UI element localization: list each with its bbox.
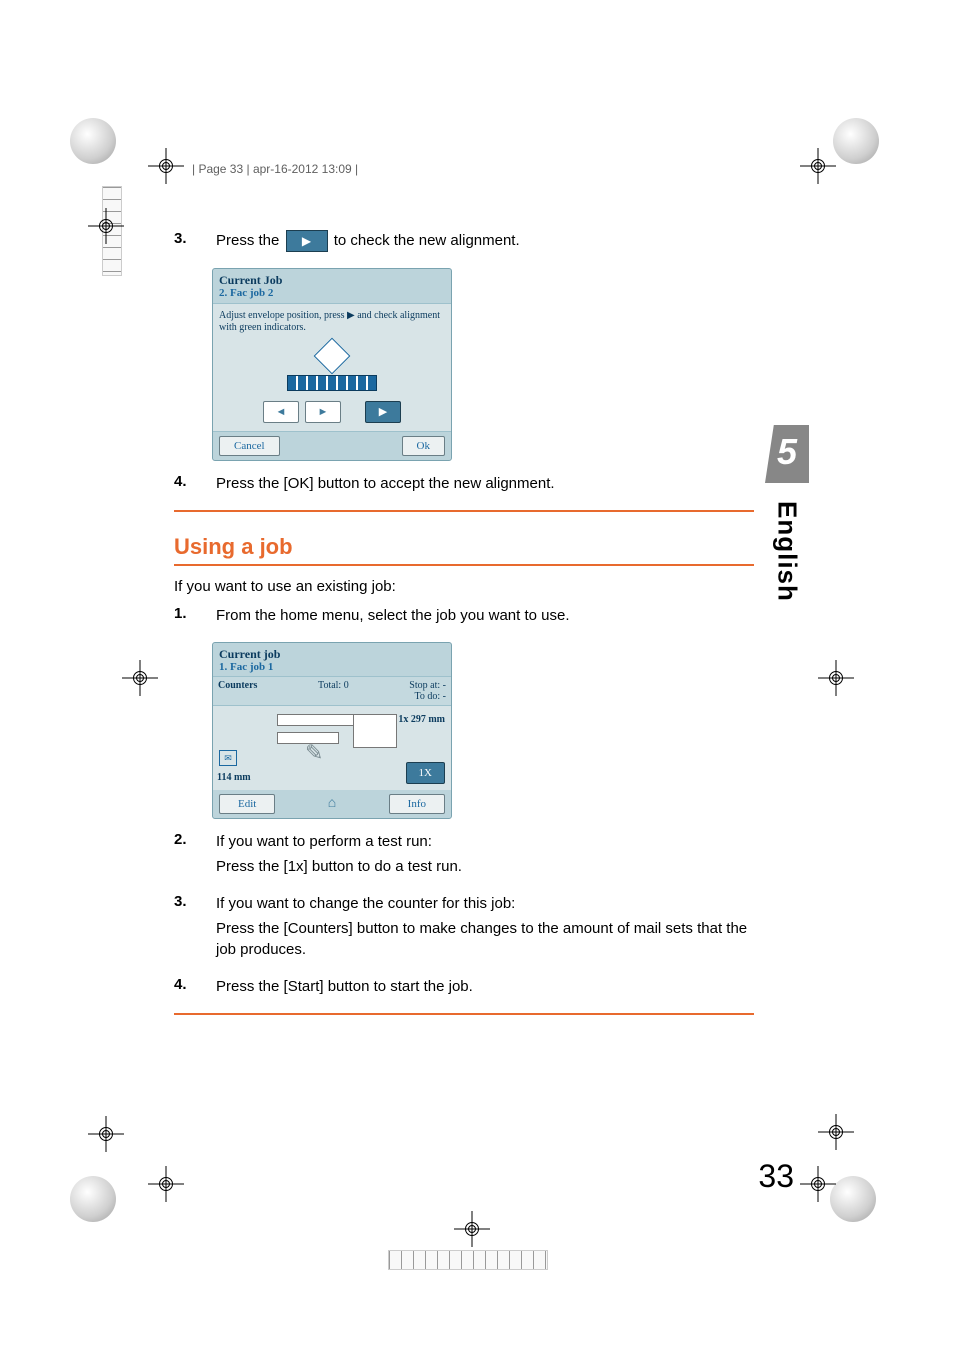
print-ruler-horizontal — [388, 1250, 548, 1270]
registration-mark-icon — [800, 148, 836, 184]
intro-text: If you want to use an existing job: — [174, 578, 754, 595]
dialog-subtitle: 1. Fac job 1 — [219, 661, 445, 674]
screenshot-alignment-dialog: Current Job 2. Fac job 2 Adjust envelope… — [212, 268, 452, 461]
home-icon[interactable]: ⌂ — [317, 794, 347, 814]
page-header-meta: | Page 33 | apr-16-2012 13:09 | — [192, 162, 358, 176]
ok-button[interactable]: Ok — [402, 436, 445, 456]
dialog-instruction: Adjust envelope position, press ▶ and ch… — [219, 310, 445, 335]
step-text: Press the [Counters] button to make chan… — [216, 918, 754, 960]
stopat-label: Stop at: — [409, 680, 440, 691]
envelope-width-label: 114 mm — [217, 772, 251, 783]
screenshot-job-home: Current job 1. Fac job 1 Counters Total:… — [212, 642, 452, 820]
counters-button[interactable]: Counters — [218, 680, 257, 702]
print-ruler-vertical — [102, 186, 122, 276]
step-number: 3. — [174, 230, 196, 256]
arrow-left-button[interactable]: ◄ — [263, 401, 299, 423]
edit-button[interactable]: Edit — [219, 794, 275, 814]
registration-mark-icon — [454, 1211, 490, 1247]
step-body: Press the [OK] button to accept the new … — [216, 473, 754, 498]
pencil-icon: ✎ — [305, 740, 323, 766]
page-content: 3. Press the ▶ to check the new alignmen… — [174, 230, 754, 1023]
step-text: to check the new alignment. — [334, 232, 520, 249]
play-icon[interactable]: ▶ — [286, 230, 328, 252]
step-text: Press the — [216, 232, 284, 249]
registration-mark-icon — [818, 1114, 854, 1150]
step-item: 2. If you want to perform a test run: Pr… — [174, 831, 754, 881]
step-item: 3. If you want to change the counter for… — [174, 893, 754, 964]
info-button[interactable]: Info — [389, 794, 445, 814]
total-label: Total: — [318, 680, 341, 691]
todo-label: To do: — [414, 691, 440, 702]
cancel-button[interactable]: Cancel — [219, 436, 280, 456]
registration-mark-icon — [148, 148, 184, 184]
one-x-button[interactable]: 1X — [406, 762, 445, 784]
registration-mark-icon — [818, 660, 854, 696]
todo-value: - — [443, 691, 446, 702]
chapter-side-tab: 5 English — [765, 425, 809, 645]
step-body: Press the [Start] button to start the jo… — [216, 976, 754, 1001]
step-text: Press the [OK] button to accept the new … — [216, 473, 754, 494]
step-body: Press the ▶ to check the new alignment. — [216, 230, 754, 256]
print-disc — [70, 1176, 116, 1222]
step-number: 4. — [174, 473, 196, 498]
registration-mark-icon — [148, 1166, 184, 1202]
alignment-diamond-icon — [314, 337, 351, 374]
step-item: 1. From the home menu, select the job yo… — [174, 605, 754, 630]
step-text: Press the [1x] button to do a test run. — [216, 856, 754, 877]
paper-icon — [353, 714, 397, 748]
language-label: English — [772, 501, 803, 602]
stopat-value: - — [443, 680, 446, 691]
alignment-strip-icon — [287, 375, 377, 391]
step-number: 4. — [174, 976, 196, 1001]
dialog-subtitle: 2. Fac job 2 — [219, 287, 445, 300]
total-value: 0 — [344, 680, 349, 691]
section-divider — [174, 1013, 754, 1015]
step-item: 4. Press the [Start] button to start the… — [174, 976, 754, 1001]
step-text: Press the [Start] button to start the jo… — [216, 976, 754, 997]
section-heading: Using a job — [174, 534, 754, 566]
step-text: From the home menu, select the job you w… — [216, 605, 754, 626]
step-body: If you want to change the counter for th… — [216, 893, 754, 964]
tray-icon — [277, 714, 357, 726]
print-disc — [833, 118, 879, 164]
registration-mark-icon — [122, 660, 158, 696]
print-disc — [830, 1176, 876, 1222]
step-item: 3. Press the ▶ to check the new alignmen… — [174, 230, 754, 256]
step-item: 4. Press the [OK] button to accept the n… — [174, 473, 754, 498]
step-number: 2. — [174, 831, 196, 881]
print-disc — [70, 118, 116, 164]
step-text: If you want to change the counter for th… — [216, 893, 754, 914]
page-number: 33 — [758, 1158, 794, 1195]
arrow-right-button[interactable]: ► — [305, 401, 341, 423]
step-text: If you want to perform a test run: — [216, 831, 754, 852]
dialog-title: Current Job — [219, 273, 445, 287]
chapter-number: 5 — [765, 425, 809, 483]
envelope-icon: ✉ — [219, 750, 237, 766]
step-number: 3. — [174, 893, 196, 964]
step-number: 1. — [174, 605, 196, 630]
play-button[interactable]: ▶ — [365, 401, 401, 423]
section-divider — [174, 510, 754, 512]
step-body: From the home menu, select the job you w… — [216, 605, 754, 630]
dialog-title: Current job — [219, 647, 445, 661]
step-body: If you want to perform a test run: Press… — [216, 831, 754, 881]
registration-mark-icon — [88, 1116, 124, 1152]
paper-size-label: 1x 297 mm — [398, 714, 445, 725]
